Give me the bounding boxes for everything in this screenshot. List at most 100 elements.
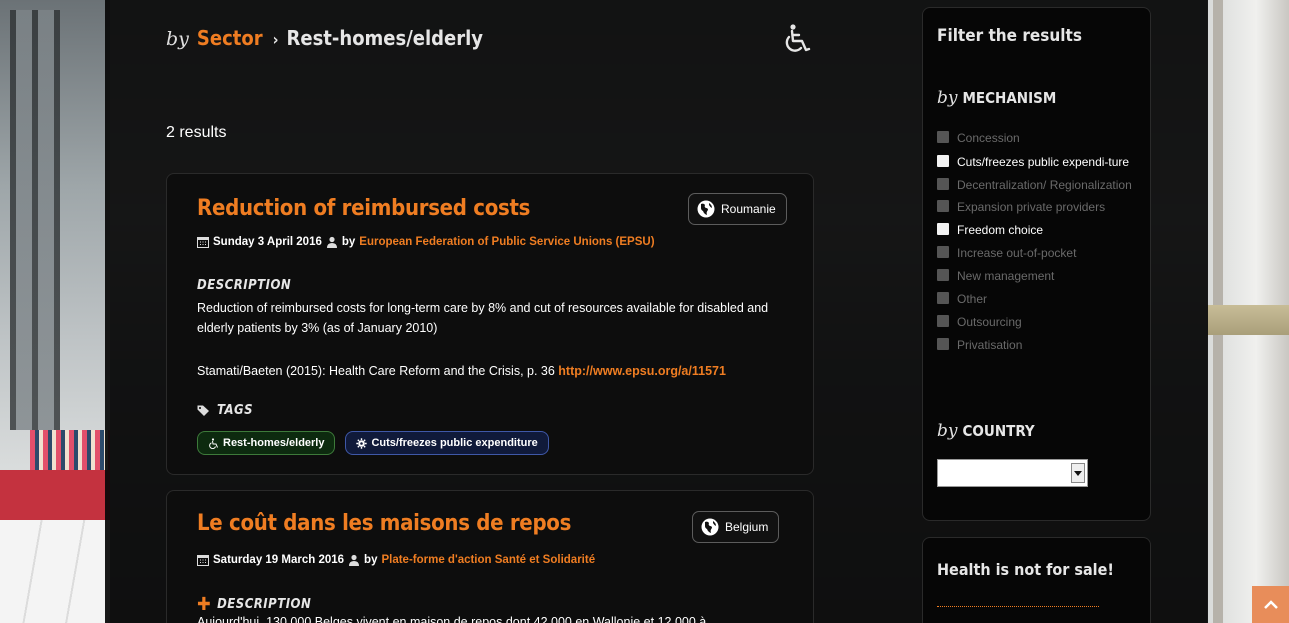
result-author-link[interactable]: Plate-forme d'action Santé et Solidarité: [381, 554, 595, 566]
breadcrumb-sector-link[interactable]: Sector: [197, 26, 263, 50]
checkbox[interactable]: [937, 131, 949, 143]
result-date: Sunday 3 April 2016: [213, 236, 322, 248]
filter-title: Filter the results: [937, 26, 1082, 46]
background-window: [10, 10, 60, 430]
description-preview: Aujourd'hui, 130.000 Belges vivent en ma…: [197, 615, 707, 623]
breadcrumb: by Sector › Rest-homes/elderly: [166, 26, 483, 56]
gear-icon: [356, 437, 368, 449]
mechanism-by: by: [937, 88, 958, 108]
tag-label: Rest-homes/elderly: [223, 437, 325, 449]
tag-rest-homes[interactable]: Rest-homes/elderly: [197, 431, 336, 455]
result-title-link[interactable]: Reduction of reimbursed costs: [197, 196, 530, 221]
mechanism-item[interactable]: Expansion private providers: [937, 196, 1145, 219]
filter-sidebar: Filter the results by MECHANISM Concessi…: [922, 7, 1151, 521]
mechanism-label: Increase out-of-pocket: [957, 246, 1077, 260]
campaign-sidebar: Health is not for sale!: [922, 537, 1151, 623]
user-icon: [349, 554, 360, 566]
country-badge[interactable]: Roumanie: [688, 193, 787, 225]
mechanism-heading-text: MECHANISM: [962, 89, 1057, 107]
country-by: by: [937, 421, 958, 441]
tags-label: TAGS: [197, 403, 253, 418]
mechanism-item[interactable]: Outsourcing: [937, 311, 1145, 334]
mechanism-label: Outsourcing: [957, 315, 1022, 329]
mechanism-label: Freedom choice: [957, 223, 1044, 237]
background-left-scene: [0, 0, 110, 623]
tag-list: Rest-homes/elderly Cuts/freezes public e…: [197, 431, 549, 455]
chevron-down-icon[interactable]: [1071, 463, 1085, 483]
result-author-link[interactable]: European Federation of Public Service Un…: [359, 236, 654, 248]
tag-cuts-freezes[interactable]: Cuts/freezes public expenditure: [345, 431, 549, 455]
checkbox[interactable]: [937, 223, 949, 235]
mechanism-item[interactable]: New management: [937, 265, 1145, 288]
mechanism-label: Decentralization/ Regionalization: [957, 178, 1132, 192]
mechanism-item[interactable]: Freedom choice: [937, 219, 1145, 242]
result-by: by: [364, 554, 378, 566]
country-name: Belgium: [725, 520, 769, 534]
mechanism-label: Cuts/freezes public expendi-ture: [957, 155, 1130, 169]
mechanism-label: New management: [957, 269, 1055, 283]
breadcrumb-separator: ›: [272, 30, 279, 49]
country-name: Roumanie: [721, 202, 776, 216]
mechanism-heading: by MECHANISM: [937, 88, 1056, 108]
checkbox[interactable]: [937, 246, 949, 258]
result-card: Reduction of reimbursed costs Roumanie S…: [166, 173, 814, 475]
wheelchair-icon: [785, 24, 811, 52]
description-text: Reduction of reimbursed costs for long-t…: [197, 301, 769, 335]
mechanism-label: Other: [957, 292, 988, 306]
checkbox[interactable]: [937, 338, 949, 350]
mechanism-item[interactable]: Decentralization/ Regionalization: [937, 173, 1145, 196]
tags-label-text: TAGS: [217, 403, 254, 418]
mechanism-item[interactable]: Cuts/freezes public expendi-ture: [937, 150, 1145, 173]
checkbox[interactable]: [937, 315, 949, 327]
country-select[interactable]: [937, 459, 1088, 487]
mechanism-item[interactable]: Privatisation: [937, 334, 1145, 357]
mechanism-item[interactable]: Other: [937, 288, 1145, 311]
divider: [937, 606, 1099, 607]
mechanism-item[interactable]: Increase out-of-pocket: [937, 242, 1145, 265]
breadcrumb-current: Rest-homes/elderly: [286, 26, 484, 50]
calendar-icon: [197, 555, 209, 566]
background-right-scene: [1207, 0, 1289, 623]
breadcrumb-by: by: [166, 28, 189, 50]
globe-icon: [697, 200, 715, 218]
result-meta: Sunday 3 April 2016 by European Federati…: [197, 236, 655, 248]
checkbox[interactable]: [937, 269, 949, 281]
country-heading-text: COUNTRY: [962, 422, 1035, 440]
checkbox[interactable]: [937, 200, 949, 212]
description-label: DESCRIPTION: [217, 597, 312, 612]
result-date: Saturday 19 March 2016: [213, 554, 345, 566]
campaign-title: Health is not for sale!: [937, 560, 1114, 579]
country-heading: by COUNTRY: [937, 421, 1035, 441]
mechanism-item[interactable]: Concession: [937, 127, 1145, 150]
result-by: by: [341, 236, 356, 248]
chevron-up-icon: [1263, 599, 1278, 609]
mechanism-label: Privatisation: [957, 338, 1023, 352]
checkbox[interactable]: [937, 155, 949, 167]
scroll-top-button[interactable]: [1252, 586, 1289, 623]
tag-icon: [197, 405, 209, 416]
results-count: 2 results: [166, 124, 227, 141]
result-title-link[interactable]: Le coût dans les maisons de repos: [197, 511, 571, 536]
wheelchair-icon: [209, 437, 218, 449]
background-floor: [0, 520, 110, 623]
source-text: Stamati/Baeten (2015): Health Care Refor…: [197, 364, 726, 378]
background-books: [30, 430, 110, 472]
country-badge[interactable]: Belgium: [692, 511, 780, 543]
checkbox[interactable]: [937, 178, 949, 190]
globe-icon: [701, 518, 719, 536]
background-wall-trim: [1207, 305, 1289, 335]
mechanism-list: Concession Cuts/freezes public expendi-t…: [937, 127, 1145, 357]
background-red-tray: [0, 470, 110, 520]
description-toggle[interactable]: ✚ DESCRIPTION: [197, 593, 312, 615]
result-meta: Saturday 19 March 2016 by Plate-forme d'…: [197, 554, 595, 566]
plus-icon: ✚: [197, 593, 212, 615]
tag-label: Cuts/freezes public expenditure: [371, 437, 538, 449]
source-citation: Stamati/Baeten (2015): Health Care Refor…: [197, 364, 555, 378]
dropdown-arrow-icon: [1074, 470, 1082, 476]
mechanism-label: Expansion private providers: [957, 200, 1106, 214]
source-link[interactable]: http://www.epsu.org/a/11571: [558, 364, 726, 378]
description-label: DESCRIPTION: [197, 278, 292, 293]
checkbox[interactable]: [937, 292, 949, 304]
calendar-icon: [197, 237, 209, 248]
user-icon: [326, 236, 337, 248]
